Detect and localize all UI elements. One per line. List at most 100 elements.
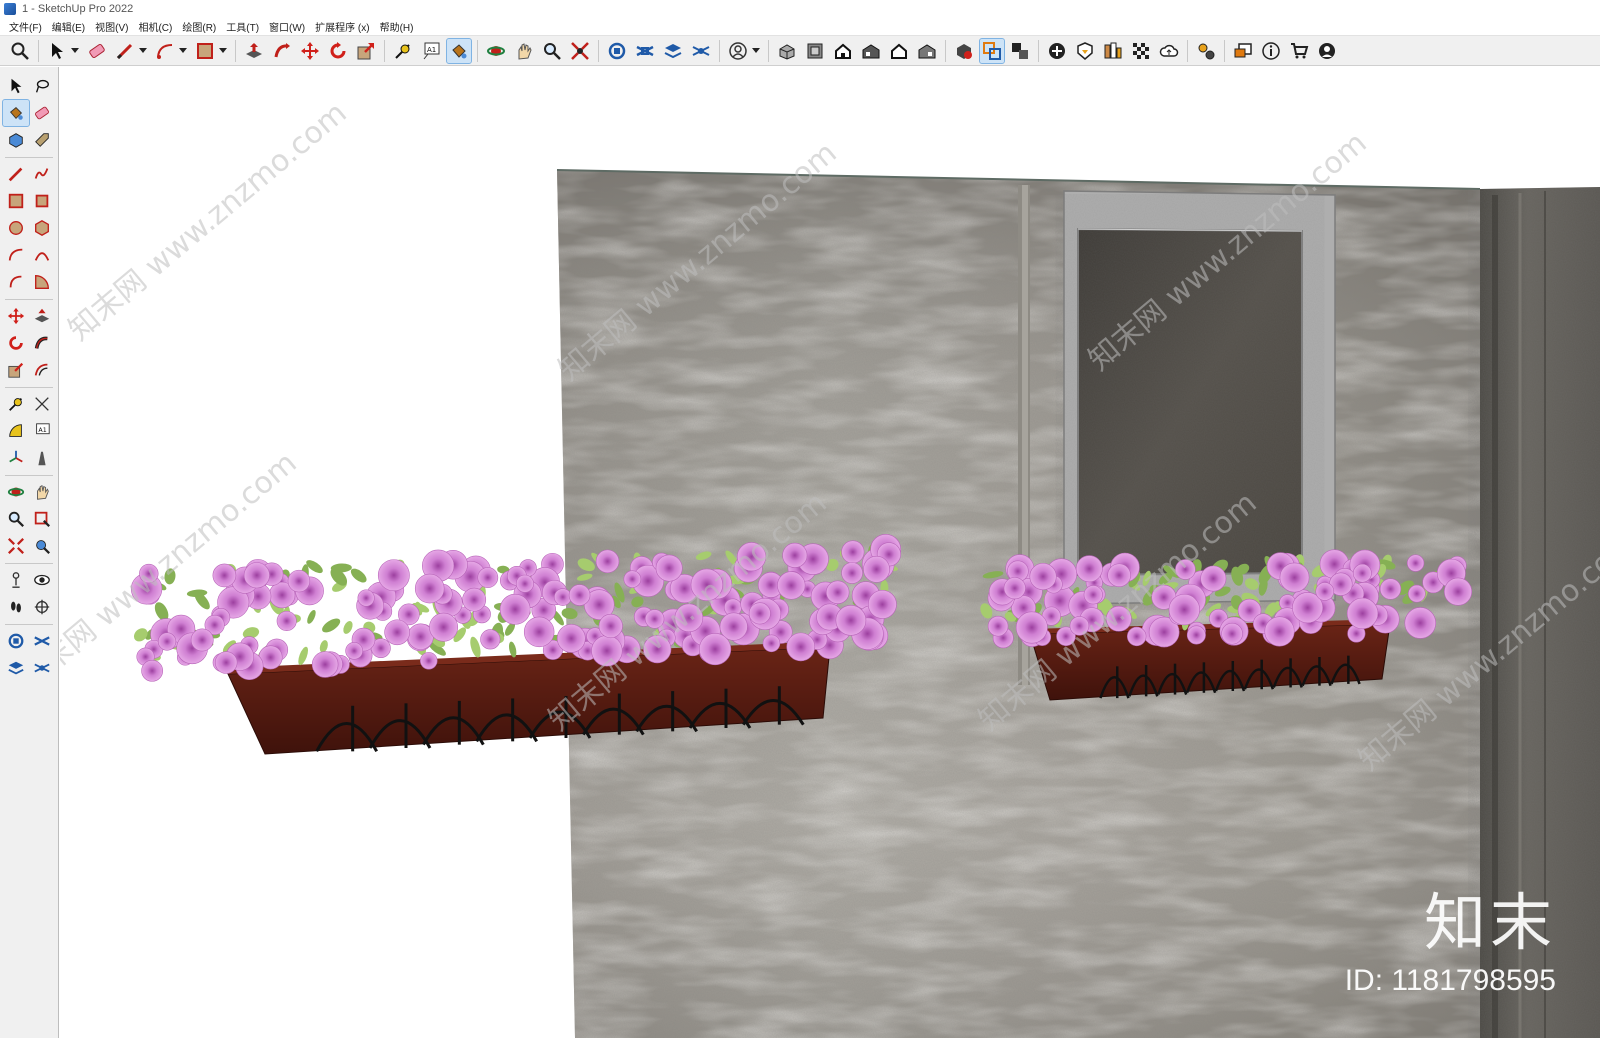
top-view-icon[interactable] (803, 39, 827, 63)
walk-icon[interactable] (3, 594, 29, 620)
circle-icon[interactable] (3, 215, 29, 241)
pan-icon[interactable] (29, 479, 55, 505)
line-dropdown-chevron-icon[interactable] (139, 39, 147, 63)
menu-tools[interactable]: 工具(T) (221, 19, 264, 34)
pan-icon[interactable] (512, 39, 536, 63)
scale-icon[interactable] (3, 357, 29, 383)
scale-icon[interactable] (354, 39, 378, 63)
rotate-icon[interactable] (326, 39, 350, 63)
eraser-icon[interactable] (29, 100, 55, 126)
zoom-window-icon[interactable] (29, 506, 55, 532)
arc-dropdown-chevron-icon[interactable] (179, 39, 187, 63)
back-view-icon[interactable] (887, 39, 911, 63)
select-dropdown-chevron-icon[interactable] (71, 39, 79, 63)
two-point-arc-icon[interactable] (29, 242, 55, 268)
make-component-icon[interactable] (3, 127, 29, 153)
materials-icon[interactable] (1129, 39, 1153, 63)
cart-icon[interactable] (1287, 39, 1311, 63)
tape-measure-icon[interactable] (391, 39, 415, 63)
section-plane-icon[interactable] (29, 594, 55, 620)
left-view-icon[interactable] (915, 39, 939, 63)
iso-view-icon[interactable] (775, 39, 799, 63)
display-section-planes-icon[interactable] (29, 628, 55, 654)
freehand-icon[interactable] (29, 161, 55, 187)
tag-icon[interactable] (29, 127, 55, 153)
settings-icon[interactable] (1194, 39, 1218, 63)
modeling-viewport[interactable]: 知末网 www.znzmo.com 知末网 www.znzmo.com 知末网 … (60, 67, 1600, 1038)
section-plane-icon[interactable] (605, 39, 629, 63)
extension-warehouse-icon[interactable] (1101, 39, 1125, 63)
sandbox-icon[interactable] (1073, 39, 1097, 63)
eraser-icon[interactable] (85, 39, 109, 63)
tape-measure-icon[interactable] (3, 391, 29, 417)
look-around-icon[interactable] (29, 567, 55, 593)
offset-icon[interactable] (29, 357, 55, 383)
user-account-icon[interactable] (726, 39, 750, 63)
petunia-flower (1029, 562, 1057, 591)
intersect-icon[interactable] (1008, 39, 1032, 63)
rotated-rectangle-icon[interactable] (29, 188, 55, 214)
text-icon[interactable]: A1 (29, 418, 55, 444)
layout-icon[interactable] (1231, 39, 1255, 63)
follow-me-icon[interactable] (270, 39, 294, 63)
menu-camera[interactable]: 相机(C) (133, 19, 177, 34)
arc-icon[interactable] (3, 242, 29, 268)
info-icon[interactable] (1259, 39, 1283, 63)
move-icon[interactable] (298, 39, 322, 63)
shape-dropdown-chevron-icon[interactable] (219, 39, 227, 63)
previous-view-icon[interactable] (29, 533, 55, 559)
menu-window[interactable]: 窗口(W) (264, 19, 310, 34)
select-icon[interactable] (45, 39, 69, 63)
protractor-icon[interactable] (3, 418, 29, 444)
push-pull-icon[interactable] (29, 303, 55, 329)
zoom-window-icon[interactable] (568, 39, 592, 63)
profile-icon[interactable] (1315, 39, 1339, 63)
display-section-fill-icon[interactable] (29, 655, 55, 681)
solid-tools-icon[interactable] (952, 39, 976, 63)
right-view-icon[interactable] (859, 39, 883, 63)
zoom-extents-icon[interactable] (3, 533, 29, 559)
menu-edit[interactable]: 编辑(E) (47, 19, 90, 34)
menu-view[interactable]: 视图(V) (90, 19, 133, 34)
polygon-icon[interactable] (29, 215, 55, 241)
zoom-icon[interactable] (540, 39, 564, 63)
move-icon[interactable] (3, 303, 29, 329)
display-section-cuts-icon[interactable] (3, 655, 29, 681)
3d-text-icon[interactable] (29, 445, 55, 471)
select-icon[interactable] (3, 73, 29, 99)
rectangle-icon[interactable] (193, 39, 217, 63)
outer-shell-icon[interactable] (979, 37, 1005, 64)
rectangle-icon[interactable] (3, 188, 29, 214)
menu-help[interactable]: 帮助(H) (375, 19, 419, 34)
display-section-planes-icon[interactable] (633, 39, 657, 63)
pie-icon[interactable] (29, 269, 55, 295)
display-section-fill-icon[interactable] (689, 39, 713, 63)
position-camera-icon[interactable] (3, 567, 29, 593)
three-point-arc-icon[interactable] (3, 269, 29, 295)
follow-me-icon[interactable] (29, 330, 55, 356)
section-plane-tool-icon[interactable] (3, 628, 29, 654)
account-dropdown-chevron-icon[interactable] (752, 39, 760, 63)
rotate-icon[interactable] (3, 330, 29, 356)
dimension-icon[interactable] (29, 391, 55, 417)
arc-icon[interactable] (153, 39, 177, 63)
front-view-icon[interactable] (831, 39, 855, 63)
zoom-icon[interactable] (3, 506, 29, 532)
push-pull-icon[interactable] (242, 39, 266, 63)
text-icon[interactable]: A1 (419, 39, 443, 63)
axes-icon[interactable] (3, 445, 29, 471)
paint-bucket-icon[interactable] (2, 99, 30, 127)
pencil-line-icon[interactable] (3, 161, 29, 187)
menu-draw[interactable]: 绘图(R) (177, 19, 221, 34)
menu-file[interactable]: 文件(F) (4, 19, 47, 34)
zoom-extents-icon[interactable] (8, 39, 32, 63)
pencil-line-icon[interactable] (113, 39, 137, 63)
display-section-cuts-icon[interactable] (661, 39, 685, 63)
orbit-icon[interactable] (484, 39, 508, 63)
orbit-icon[interactable] (3, 479, 29, 505)
lasso-select-icon[interactable] (29, 73, 55, 99)
menu-extensions[interactable]: 扩展程序 (x) (310, 19, 374, 34)
paint-bucket-icon[interactable] (446, 37, 472, 64)
cloud-icon[interactable] (1157, 39, 1181, 63)
add-location-icon[interactable] (1045, 39, 1069, 63)
